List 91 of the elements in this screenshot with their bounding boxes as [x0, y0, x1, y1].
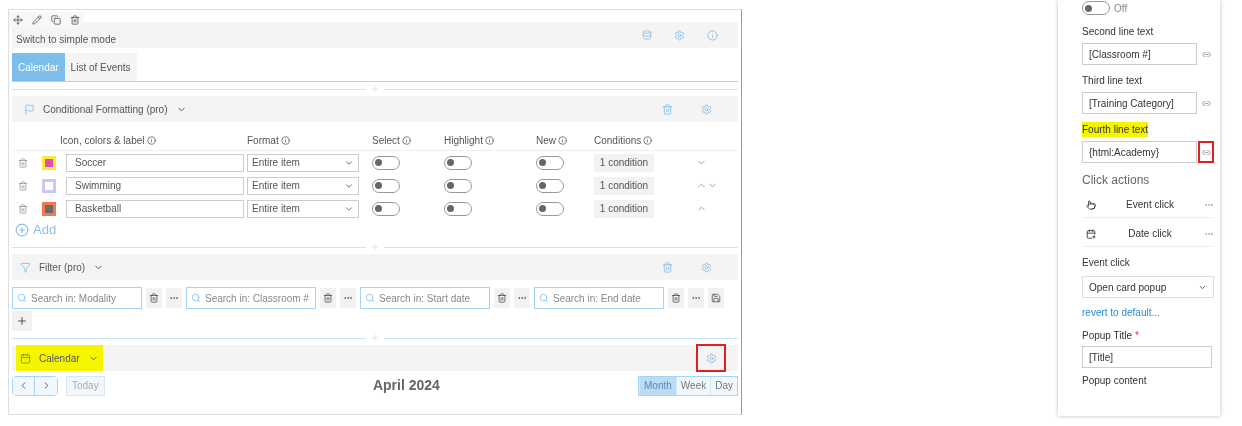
info-icon[interactable] — [558, 135, 567, 145]
placeholder: Search in: Modality — [31, 291, 117, 306]
column-header: Highlight — [444, 133, 483, 148]
search-icon — [17, 293, 27, 303]
delete-icon[interactable] — [70, 15, 80, 25]
pointer-icon — [1086, 199, 1096, 210]
action-label[interactable]: Event click — [1096, 197, 1204, 212]
search-field[interactable]: Search in: Classroom # — [186, 287, 316, 309]
info-icon[interactable] — [280, 135, 290, 145]
conditions-button[interactable]: 1 condition — [594, 153, 654, 172]
delete-icon[interactable] — [149, 293, 159, 303]
plus-icon[interactable] — [16, 315, 28, 327]
column-header: Conditions — [594, 133, 642, 148]
action-label[interactable]: Date click — [1096, 226, 1204, 241]
info-icon[interactable] — [484, 135, 494, 145]
flag-icon — [24, 103, 35, 115]
toggle-switch[interactable] — [444, 155, 472, 170]
text-field[interactable]: {html:Academy} — [1082, 141, 1197, 163]
column-header: Select — [372, 133, 400, 148]
edit-icon[interactable] — [32, 15, 42, 25]
field-label: Popup content — [1082, 374, 1148, 388]
delete-icon[interactable] — [18, 180, 28, 191]
toggle-switch[interactable] — [1082, 1, 1110, 15]
view-button[interactable]: Week — [675, 376, 711, 395]
link-icon[interactable] — [1201, 49, 1211, 59]
calendar-icon — [20, 352, 31, 364]
column-header: Format — [247, 133, 279, 148]
search-field[interactable]: Search in: Modality — [12, 287, 142, 309]
tab[interactable]: List of Events — [64, 53, 137, 81]
required-mark: * — [1135, 329, 1139, 343]
delete-icon[interactable] — [323, 293, 333, 303]
text-field[interactable]: [Training Category] — [1082, 92, 1197, 114]
field-label: Second line text — [1082, 25, 1154, 39]
toggle-switch[interactable] — [372, 201, 400, 216]
toggle-switch[interactable] — [536, 155, 564, 170]
conditions-button[interactable]: 1 condition — [594, 176, 654, 195]
field-label: Event click — [1082, 256, 1131, 270]
calendar-icon — [1086, 228, 1096, 239]
toggle-switch[interactable] — [444, 201, 472, 216]
link-icon[interactable] — [1201, 98, 1211, 108]
search-icon — [365, 293, 375, 303]
section-title[interactable]: Conditional Formatting (pro) — [43, 101, 168, 117]
section-title: Click actions — [1082, 172, 1151, 189]
toggle-switch[interactable] — [536, 178, 564, 193]
copy-icon[interactable] — [51, 15, 61, 25]
toggle-label: Off — [1114, 1, 1128, 16]
info-icon[interactable] — [146, 135, 156, 145]
format-dropdown[interactable]: Entire item — [247, 153, 359, 172]
placeholder: Search in: Start date — [379, 291, 471, 306]
plus-circle-icon — [15, 223, 29, 237]
delete-icon[interactable] — [497, 293, 507, 303]
search-icon — [539, 293, 549, 303]
label-field[interactable]: Soccer — [66, 153, 244, 172]
simple-mode-link[interactable]: Switch to simple mode — [16, 23, 642, 47]
search-icon — [191, 293, 201, 303]
toggle-switch[interactable] — [372, 178, 400, 193]
label-field[interactable]: Swimming — [66, 176, 244, 195]
calendar-header[interactable]: Calendar — [16, 345, 103, 371]
label-field[interactable]: Basketball — [66, 199, 244, 218]
move-icon[interactable] — [13, 15, 23, 25]
delete-icon[interactable] — [18, 203, 28, 214]
info-icon[interactable] — [643, 135, 653, 145]
info-icon[interactable] — [401, 135, 411, 145]
section-title: Calendar — [39, 351, 80, 366]
field-label: Fourth line text — [1082, 122, 1149, 137]
text-field[interactable]: [Classroom #] — [1082, 43, 1197, 65]
field-label: Third line text — [1082, 74, 1143, 88]
month-title: April 2024 — [371, 376, 441, 395]
format-dropdown[interactable]: Entire item — [247, 199, 359, 218]
save-icon[interactable] — [711, 293, 721, 303]
filter-icon — [20, 261, 31, 273]
column-header: Icon, colors & label — [60, 133, 145, 148]
format-dropdown[interactable]: Entire item — [247, 176, 359, 195]
toggle-switch[interactable] — [372, 155, 400, 170]
toggle-switch[interactable] — [536, 201, 564, 216]
view-button[interactable]: Day — [710, 376, 737, 395]
text-field[interactable]: [Title] — [1082, 346, 1212, 368]
delete-icon[interactable] — [671, 293, 681, 303]
conditions-button[interactable]: 1 condition — [594, 199, 654, 218]
action-dropdown[interactable]: Open card popup — [1082, 276, 1214, 298]
field-label: Popup Title — [1082, 329, 1133, 343]
column-header: New — [536, 133, 556, 148]
placeholder: Search in: End date — [553, 291, 641, 306]
search-field[interactable]: Search in: Start date — [360, 287, 490, 309]
toggle-switch[interactable] — [444, 178, 472, 193]
revert-link[interactable]: revert to default... — [1082, 305, 1214, 320]
placeholder: Search in: Classroom # — [205, 291, 309, 306]
link-icon[interactable] — [1201, 147, 1211, 157]
search-field[interactable]: Search in: End date — [534, 287, 664, 309]
section-title[interactable]: Filter (pro) — [39, 259, 86, 275]
delete-icon[interactable] — [18, 157, 28, 168]
